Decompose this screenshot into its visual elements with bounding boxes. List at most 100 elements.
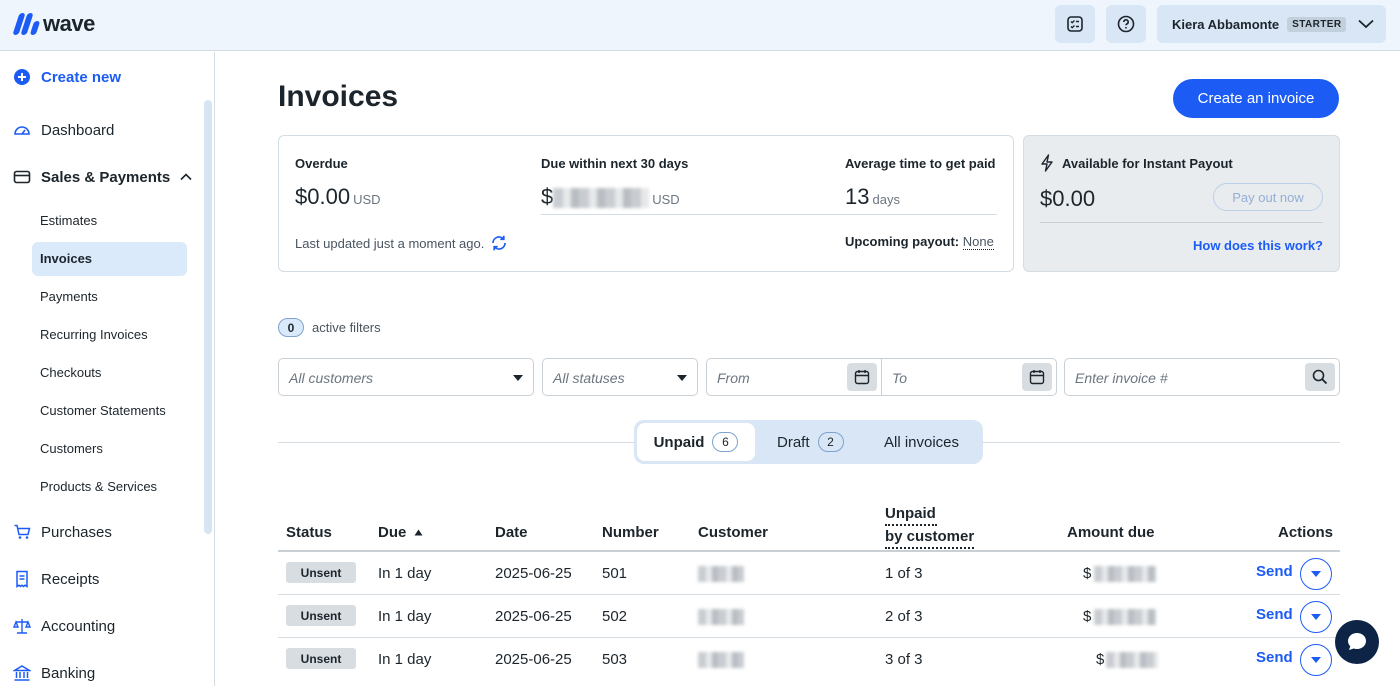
from-date-placeholder: From: [717, 370, 750, 386]
send-button[interactable]: Send: [1256, 563, 1293, 580]
sidebar-item-invoices[interactable]: Invoices: [40, 251, 92, 266]
checklist-icon: [1067, 16, 1083, 32]
search-icon: [1312, 369, 1328, 385]
user-menu[interactable]: Kiera Abbamonte STARTER: [1157, 5, 1386, 43]
table-row[interactable]: Unsent In 1 day 2025-06-25 503 3 of 3 $ …: [278, 638, 1340, 681]
to-date-placeholder: To: [892, 370, 908, 386]
sidebar-item-products-services[interactable]: Products & Services: [40, 479, 157, 494]
due-unit: USD: [652, 192, 680, 207]
sidebar-scrollbar[interactable]: [204, 100, 212, 534]
chevron-down-icon: [1358, 19, 1375, 29]
overdue-value: $0.00 USD: [295, 184, 381, 210]
chat-button[interactable]: [1335, 620, 1379, 664]
search-button[interactable]: [1305, 363, 1335, 391]
sidebar-item-label: Accounting: [41, 617, 116, 635]
last-updated: Last updated just a moment ago.: [295, 234, 508, 252]
pay-out-now-button[interactable]: Pay out now: [1213, 183, 1323, 211]
number-cell: 502: [602, 608, 628, 625]
due-cell: In 1 day: [378, 565, 432, 582]
sidebar-item-accounting[interactable]: Accounting: [13, 617, 115, 635]
column-due[interactable]: Due: [378, 524, 423, 541]
sidebar-item-customer-statements[interactable]: Customer Statements: [40, 403, 166, 418]
more-actions-button[interactable]: [1300, 644, 1332, 676]
send-button[interactable]: Send: [1256, 606, 1293, 623]
tab-count: 2: [817, 432, 844, 452]
dashboard-icon: [13, 121, 31, 139]
sidebar-item-banking[interactable]: Banking: [13, 664, 95, 682]
invoice-number-input[interactable]: Enter invoice #: [1064, 358, 1340, 396]
due-prefix: $: [541, 184, 554, 209]
tab-label: Draft: [777, 433, 810, 451]
sidebar-item-recurring-invoices[interactable]: Recurring Invoices: [40, 327, 148, 342]
chevron-up-icon: [180, 173, 192, 181]
unpaid-cell: 1 of 3: [885, 565, 923, 582]
cart-icon: [13, 523, 31, 541]
sidebar-item-receipts[interactable]: Receipts: [13, 570, 99, 588]
redacted-customer: [698, 566, 744, 582]
refresh-icon[interactable]: [490, 234, 508, 252]
redacted-customer: [698, 652, 744, 668]
status-badge: Unsent: [286, 562, 356, 583]
avg-unit: days: [872, 192, 900, 207]
to-date-input[interactable]: To: [881, 358, 1057, 396]
sidebar-item-checkouts[interactable]: Checkouts: [40, 365, 101, 380]
avg-days: 13: [845, 184, 870, 209]
customer-select-placeholder: All customers: [289, 370, 374, 386]
summary-card: Overdue $0.00 USD Due within next 30 days…: [278, 135, 1014, 272]
column-number[interactable]: Number: [602, 524, 659, 541]
chat-bubble-icon: [1348, 633, 1366, 650]
create-invoice-button[interactable]: Create an invoice: [1173, 79, 1339, 118]
page-title: Invoices: [278, 80, 399, 113]
upcoming-payout-value[interactable]: None: [962, 234, 994, 250]
calendar-icon: [1029, 370, 1045, 385]
more-actions-button[interactable]: [1300, 601, 1332, 633]
column-status[interactable]: Status: [286, 524, 332, 541]
sidebar-item-dashboard[interactable]: Dashboard: [13, 121, 114, 139]
from-date-input[interactable]: From: [706, 358, 882, 396]
status-select[interactable]: All statuses: [542, 358, 698, 396]
table-row[interactable]: Unsent In 1 day 2025-06-25 501 1 of 3 $ …: [278, 552, 1340, 595]
wave-logo-icon: [12, 12, 41, 36]
tab-draft[interactable]: Draft 2: [777, 423, 844, 461]
date-cell: 2025-06-25: [495, 651, 572, 668]
instant-payout-label: Available for Instant Payout: [1062, 155, 1233, 171]
column-unpaid-by-customer[interactable]: Unpaid by customer: [885, 503, 975, 549]
tab-label: All invoices: [884, 433, 960, 451]
amount-prefix: $: [1083, 608, 1092, 625]
how-does-this-work-link[interactable]: How does this work?: [1193, 238, 1323, 253]
sidebar-item-estimates[interactable]: Estimates: [40, 213, 97, 228]
upcoming-payout-label: Upcoming payout:: [845, 234, 960, 249]
sidebar-item-purchases[interactable]: Purchases: [13, 523, 112, 541]
column-amount-due[interactable]: Amount due: [1067, 524, 1155, 541]
redacted-amount: [1094, 609, 1156, 625]
sidebar-item-label: Receipts: [41, 570, 100, 588]
scale-icon: [13, 617, 31, 635]
table-row[interactable]: Unsent In 1 day 2025-06-25 502 2 of 3 $ …: [278, 595, 1340, 638]
sidebar-item-customers[interactable]: Customers: [40, 441, 103, 456]
create-new-button[interactable]: Create new: [13, 68, 121, 86]
more-actions-button[interactable]: [1300, 558, 1332, 590]
column-unpaid-line1: Unpaid: [885, 503, 937, 526]
amount-prefix: $: [1083, 565, 1092, 582]
sidebar-item-payments[interactable]: Payments: [40, 289, 98, 304]
number-cell: 503: [602, 651, 628, 668]
column-date[interactable]: Date: [495, 524, 528, 541]
sidebar-item-sales-payments[interactable]: Sales & Payments: [13, 168, 192, 186]
due-cell: In 1 day: [378, 608, 432, 625]
status-select-placeholder: All statuses: [553, 370, 625, 386]
calendar-button[interactable]: [1022, 363, 1052, 391]
calendar-button[interactable]: [847, 363, 877, 391]
help-button[interactable]: [1106, 5, 1146, 43]
checklist-button[interactable]: [1055, 5, 1095, 43]
tab-all-invoices[interactable]: All invoices: [884, 423, 959, 461]
create-new-label: Create new: [41, 68, 122, 86]
column-actions: Actions: [1278, 524, 1334, 541]
column-customer[interactable]: Customer: [698, 524, 768, 541]
sidebar-item-label: Purchases: [41, 523, 112, 541]
wave-logo[interactable]: wave: [12, 11, 95, 37]
sidebar-item-label: Sales & Payments: [41, 168, 171, 186]
due-cell: In 1 day: [378, 651, 432, 668]
send-button[interactable]: Send: [1256, 649, 1293, 666]
tab-unpaid[interactable]: Unpaid 6: [637, 423, 755, 461]
customer-select[interactable]: All customers: [278, 358, 534, 396]
